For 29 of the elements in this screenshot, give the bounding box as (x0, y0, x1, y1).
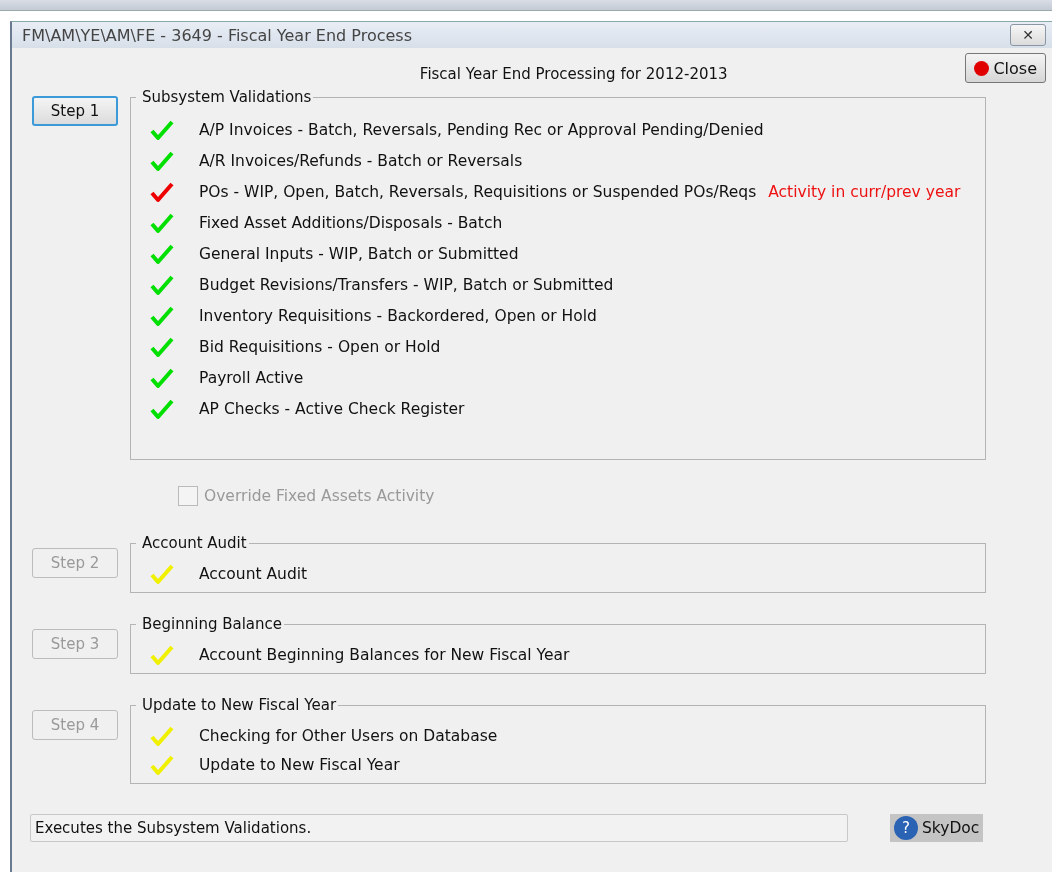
window-title: FM\AM\YE\AM\FE - 3649 - Fiscal Year End Process (22, 25, 412, 45)
validation-label: Bid Requisitions - Open or Hold (199, 338, 441, 356)
skydoc-button[interactable]: ? SkyDoc (890, 814, 984, 842)
validation-message: Activity in curr/prev year (768, 183, 961, 201)
group-title: Subsystem Validations (141, 89, 313, 105)
validation-label: A/R Invoices/Refunds - Batch or Reversals (199, 152, 523, 170)
stop-icon (974, 60, 990, 76)
validation-label: Checking for Other Users on Database (199, 727, 498, 745)
validation-label: Update to New Fiscal Year (199, 756, 400, 774)
validation-label: Budget Revisions/Transfers - WIP, Batch or Submitted (199, 276, 614, 294)
status-field: Executes the Subsystem Validations. (30, 814, 848, 842)
validation-label: Payroll Active (199, 369, 304, 387)
validation-label: Account Audit (199, 565, 308, 583)
close-button[interactable]: Close (965, 53, 1046, 83)
group-title: Account Audit (141, 535, 248, 551)
validation-label: A/P Invoices - Batch, Reversals, Pending Rec or Approval Pending/Denied (199, 121, 764, 139)
validation-label: Account Beginning Balances for New Fiscal Year (199, 646, 570, 664)
validation-label: Inventory Requisitions - Backordered, Open or Hold (199, 307, 597, 325)
validation-label: General Inputs - WIP, Batch or Submitted (199, 245, 519, 263)
group-title: Update to New Fiscal Year (141, 697, 338, 713)
checkbox-label: Override Fixed Assets Activity (204, 487, 435, 505)
validation-label: Fixed Asset Additions/Disposals - Batch (199, 214, 503, 232)
group-title: Beginning Balance (141, 616, 283, 632)
validation-label: AP Checks - Active Check Register (199, 400, 465, 418)
validation-label: POs - WIP, Open, Batch, Reversals, Requisitions or Suspended POs/Reqs (199, 183, 757, 201)
step-button[interactable]: Step 1 (32, 96, 118, 126)
dialog-heading: Fiscal Year End Processing for 2012-2013 (418, 65, 729, 83)
help-icon: ? (894, 816, 918, 840)
close-window-button[interactable]: ✕ (1010, 24, 1046, 46)
